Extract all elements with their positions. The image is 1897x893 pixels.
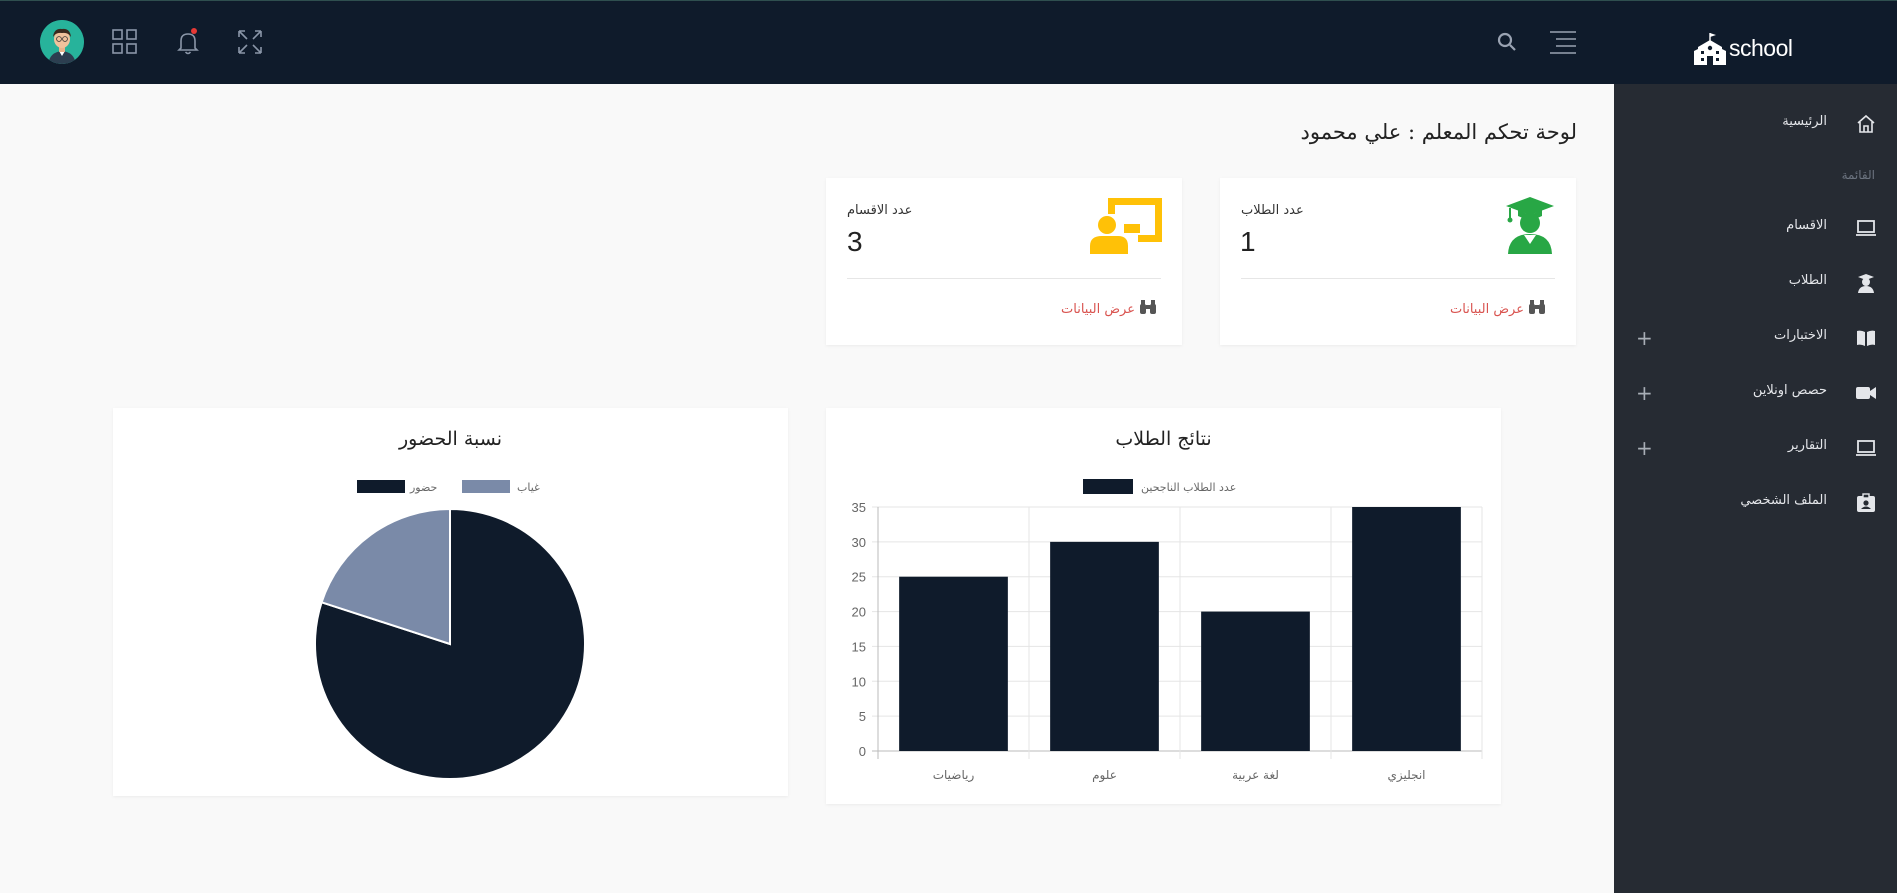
legend-label: حضور	[409, 481, 437, 494]
page-title: لوحة تحكم المعلم : علي محمود	[1300, 120, 1577, 144]
home-icon	[1855, 113, 1877, 135]
sidebar-item-label: الاقسام	[1786, 218, 1827, 233]
category-label: علوم	[1092, 768, 1117, 783]
view-data-link[interactable]: عرض البيانات	[1450, 299, 1546, 319]
bar	[899, 576, 1008, 751]
graduate-icon	[1504, 196, 1556, 254]
expand-icon[interactable]: +	[1636, 381, 1653, 405]
sidebar-item-online-classes[interactable]: + حصص اونلاين	[1614, 373, 1897, 413]
expand-icon[interactable]: +	[1636, 436, 1653, 460]
stat-label: عدد الاقسام	[847, 203, 913, 218]
bar	[1050, 541, 1159, 751]
pie-chart: غياب حضور	[314, 480, 586, 780]
legend-label: غياب	[517, 481, 540, 494]
top-navbar: school	[0, 0, 1897, 84]
y-tick-label: 15	[852, 639, 866, 654]
category-label: لغة عربية	[1232, 768, 1279, 783]
teacher-board-icon	[1090, 198, 1162, 254]
sidebar-item-label: حصص اونلاين	[1752, 383, 1827, 398]
expand-icon[interactable]: +	[1636, 326, 1653, 350]
legend-label: عدد الطلاب الناجحين	[1141, 481, 1236, 494]
stat-card-departments: عدد الاقسام 3 عرض البيانات	[826, 178, 1182, 345]
bar-chart: عدد الطلاب الناجحين 0 5 10 15 20 25 30 35 رياضيات…	[852, 479, 1483, 783]
bell-icon[interactable]	[173, 27, 203, 57]
binoculars-icon	[1139, 299, 1157, 319]
sidebar-item-exams[interactable]: + الاختبارات	[1614, 318, 1897, 358]
category-label: انجليزي	[1387, 768, 1425, 783]
view-data-label: عرض البيانات	[1450, 301, 1524, 317]
bar	[1201, 611, 1310, 751]
y-tick-label: 35	[852, 500, 866, 515]
y-tick-label: 30	[852, 535, 866, 550]
attendance-chart-card: نسبة الحضور غياب حضور	[113, 408, 788, 796]
sidebar-item-label: الاختبارات	[1774, 328, 1827, 343]
y-tick-label: 5	[859, 709, 866, 724]
sidebar-item-home[interactable]: الرئيسية	[1614, 104, 1897, 144]
sidebar-item-departments[interactable]: الاقسام	[1614, 208, 1897, 248]
y-tick-label: 0	[859, 744, 866, 759]
view-data-link[interactable]: عرض البيانات	[1061, 299, 1157, 319]
divider	[1241, 278, 1555, 279]
stat-label: عدد الطلاب	[1241, 203, 1304, 218]
avatar[interactable]	[40, 20, 84, 64]
binoculars-icon	[1528, 299, 1546, 319]
apps-grid-icon[interactable]	[110, 27, 140, 57]
y-tick-label: 25	[852, 570, 866, 585]
sidebar: الرئيسية القائمة الاقسام الطلاب + الاختب…	[1614, 84, 1897, 893]
brand-name: school	[1729, 35, 1793, 61]
id-card-icon	[1855, 492, 1877, 514]
legend-swatch	[1083, 479, 1133, 494]
monitor-icon	[1855, 437, 1877, 459]
brand-logo[interactable]: school	[1693, 31, 1803, 67]
bar	[1352, 507, 1461, 751]
sidebar-menu-heading: القائمة	[1841, 168, 1875, 182]
view-data-label: عرض البيانات	[1061, 301, 1135, 317]
sidebar-item-label: الطلاب	[1788, 273, 1827, 288]
stat-value: 1	[1240, 226, 1256, 257]
search-icon[interactable]	[1495, 30, 1519, 54]
y-tick-label: 10	[852, 674, 866, 689]
sidebar-item-label: الملف الشخصي	[1740, 493, 1827, 508]
menu-toggle-icon[interactable]	[1548, 29, 1578, 55]
fullscreen-icon[interactable]	[235, 27, 265, 57]
sidebar-item-reports[interactable]: + التقارير	[1614, 428, 1897, 468]
y-tick-label: 20	[852, 605, 866, 620]
sidebar-item-label: الرئيسية	[1782, 114, 1827, 129]
book-icon	[1855, 327, 1877, 349]
category-label: رياضيات	[933, 768, 975, 783]
sidebar-item-students[interactable]: الطلاب	[1614, 263, 1897, 303]
legend-swatch	[357, 480, 405, 493]
stat-card-students: عدد الطلاب 1 عرض البيانات	[1220, 178, 1576, 345]
legend-swatch	[462, 480, 510, 493]
monitor-icon	[1855, 217, 1877, 239]
video-icon	[1855, 382, 1877, 404]
results-chart-card: نتائج الطلاب عدد الطلاب الناجحين 0 5 10 15 20…	[826, 408, 1501, 804]
stat-value: 3	[847, 226, 863, 257]
school-building-icon	[1694, 33, 1726, 65]
student-icon	[1855, 272, 1877, 294]
divider	[847, 278, 1161, 279]
sidebar-item-profile[interactable]: الملف الشخصي	[1614, 483, 1897, 523]
sidebar-item-label: التقارير	[1787, 438, 1827, 453]
